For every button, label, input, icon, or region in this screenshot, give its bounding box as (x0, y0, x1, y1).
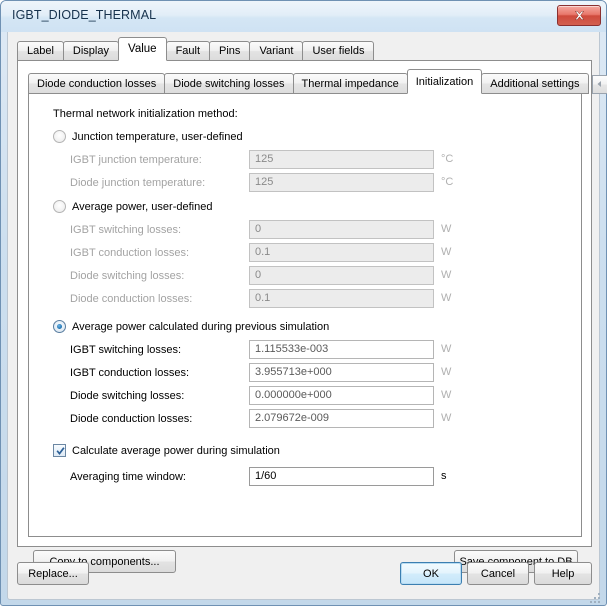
tab-pins-text: Pins (219, 45, 241, 57)
checkbox-calculate-average-power-label: Calculate average power during simulatio… (72, 444, 280, 457)
tab-diode-conduction-losses[interactable]: Diode conduction losses (28, 73, 166, 94)
label-averaging-time-window: Averaging time window: (70, 471, 186, 483)
tab-initialization-text: Initialization (415, 75, 474, 88)
initialization-tab-page: Thermal network initialization method: J… (28, 93, 582, 537)
tab-label-text: Label (27, 45, 54, 57)
resize-grip[interactable] (590, 589, 603, 603)
checkbox-calculate-average-power[interactable]: Calculate average power during simulatio… (53, 444, 280, 457)
grip-dot (594, 601, 596, 603)
unit-igbt-switching-losses-user: W (441, 223, 452, 235)
input-igbt-switching-losses-prev[interactable]: 1.115533e-003 (249, 340, 434, 359)
label-diode-conduction-losses-user: Diode conduction losses: (70, 293, 193, 305)
input-igbt-conduction-losses-user[interactable]: 0.1 (249, 243, 434, 262)
tab-diode-conduction-losses-text: Diode conduction losses (37, 77, 157, 90)
outer-tab-strip: Label Display Value Fault Pins Variant U… (17, 37, 375, 61)
unit-diode-conduction-losses-prev: W (441, 412, 452, 424)
tab-additional-settings-text: Additional settings (490, 77, 580, 90)
tab-display-text: Display (72, 45, 109, 57)
ok-button[interactable]: OK (400, 562, 462, 585)
close-x-icon (573, 10, 586, 21)
radio-average-power-user-defined[interactable]: Average power, user-defined (53, 200, 212, 213)
unit-igbt-junction-temperature: °C (441, 153, 454, 165)
input-diode-conduction-losses-prev[interactable]: 2.079672e-009 (249, 409, 434, 428)
label-igbt-conduction-losses-prev: IGBT conduction losses: (70, 367, 190, 379)
close-button[interactable] (557, 5, 601, 26)
tab-fault-text: Fault (175, 45, 201, 57)
inner-tab-strip: Diode conduction losses Diode switching … (28, 69, 607, 94)
grip-dot (598, 601, 600, 603)
tab-initialization[interactable]: Initialization (406, 69, 483, 94)
tab-pins[interactable]: Pins (209, 41, 251, 61)
unit-diode-conduction-losses-user: W (441, 292, 452, 304)
unit-averaging-time-window: s (441, 470, 447, 482)
radio-average-power-previous-simulation[interactable]: Average power calculated during previous… (53, 320, 329, 333)
tab-additional-settings[interactable]: Additional settings (481, 73, 589, 94)
label-diode-switching-losses-prev: Diode switching losses: (70, 390, 185, 402)
label-diode-switching-losses-user: Diode switching losses: (70, 270, 185, 282)
label-igbt-switching-losses-user: IGBT switching losses: (70, 224, 182, 236)
radio-junction-temperature-label: Junction temperature, user-defined (72, 130, 243, 143)
input-diode-switching-losses-user[interactable]: 0 (249, 266, 434, 285)
tab-value[interactable]: Value (118, 37, 167, 61)
value-tab-page: Diode conduction losses Diode switching … (17, 60, 607, 573)
tab-display[interactable]: Display (62, 41, 119, 61)
tab-diode-switching-losses[interactable]: Diode switching losses (164, 73, 294, 94)
panel-heading: Thermal network initialization method: (53, 108, 238, 120)
tab-variant[interactable]: Variant (249, 41, 304, 61)
input-igbt-switching-losses-user[interactable]: 0 (249, 220, 434, 239)
tab-thermal-impedance[interactable]: Thermal impedance (292, 73, 408, 94)
tab-thermal-impedance-text: Thermal impedance (301, 77, 399, 90)
input-diode-switching-losses-prev[interactable]: 0.000000e+000 (249, 386, 434, 405)
label-diode-conduction-losses-prev: Diode conduction losses: (70, 413, 193, 425)
tab-scroll-left-button[interactable] (591, 75, 607, 94)
triangle-left-icon (596, 79, 603, 91)
input-averaging-time-window[interactable]: 1/60 (249, 467, 434, 486)
unit-diode-switching-losses-prev: W (441, 389, 452, 401)
tab-user-fields[interactable]: User fields (302, 41, 375, 61)
tab-variant-text: Variant (259, 45, 294, 57)
tab-label[interactable]: Label (17, 41, 64, 61)
checkbox-indicator-calculate-average-power (53, 444, 66, 457)
grip-dot (598, 593, 600, 595)
tab-value-text: Value (128, 43, 157, 55)
tab-scroll-buttons (591, 73, 607, 94)
radio-average-power-previous-simulation-label: Average power calculated during previous… (72, 320, 330, 333)
label-igbt-conduction-losses-user: IGBT conduction losses: (70, 247, 190, 259)
radio-average-power-user-defined-label: Average power, user-defined (72, 200, 213, 213)
radio-indicator-average-power-user-defined (53, 200, 66, 213)
radio-indicator-average-power-previous-simulation (53, 320, 66, 333)
tab-fault[interactable]: Fault (165, 41, 211, 61)
cancel-button[interactable]: Cancel (467, 562, 529, 585)
grip-dot (598, 597, 600, 599)
grip-dot (590, 601, 592, 603)
grip-dot (594, 597, 596, 599)
radio-junction-temperature[interactable]: Junction temperature, user-defined (53, 130, 243, 143)
label-igbt-switching-losses-prev: IGBT switching losses: (70, 344, 182, 356)
label-igbt-junction-temperature: IGBT junction temperature: (70, 154, 202, 166)
unit-diode-junction-temperature: °C (441, 176, 454, 188)
input-igbt-junction-temperature[interactable]: 125 (249, 150, 434, 169)
input-diode-conduction-losses-user[interactable]: 0.1 (249, 289, 434, 308)
dialog-body: Label Display Value Fault Pins Variant U… (7, 32, 607, 600)
window-title: IGBT_DIODE_THERMAL (12, 8, 157, 22)
unit-diode-switching-losses-user: W (441, 269, 452, 281)
unit-igbt-conduction-losses-prev: W (441, 366, 452, 378)
help-button[interactable]: Help (534, 562, 592, 585)
unit-igbt-switching-losses-prev: W (441, 343, 452, 355)
label-diode-junction-temperature: Diode junction temperature: (70, 177, 206, 189)
input-igbt-conduction-losses-prev[interactable]: 3.955713e+000 (249, 363, 434, 382)
replace-button[interactable]: Replace... (17, 562, 89, 585)
radio-indicator-junction-temperature (53, 130, 66, 143)
title-bar[interactable]: IGBT_DIODE_THERMAL (1, 1, 606, 32)
dialog-window: IGBT_DIODE_THERMAL Label Display Value F… (0, 0, 607, 606)
unit-igbt-conduction-losses-user: W (441, 246, 452, 258)
input-diode-junction-temperature[interactable]: 125 (249, 173, 434, 192)
tab-diode-switching-losses-text: Diode switching losses (173, 77, 285, 90)
tab-user-fields-text: User fields (312, 45, 365, 57)
